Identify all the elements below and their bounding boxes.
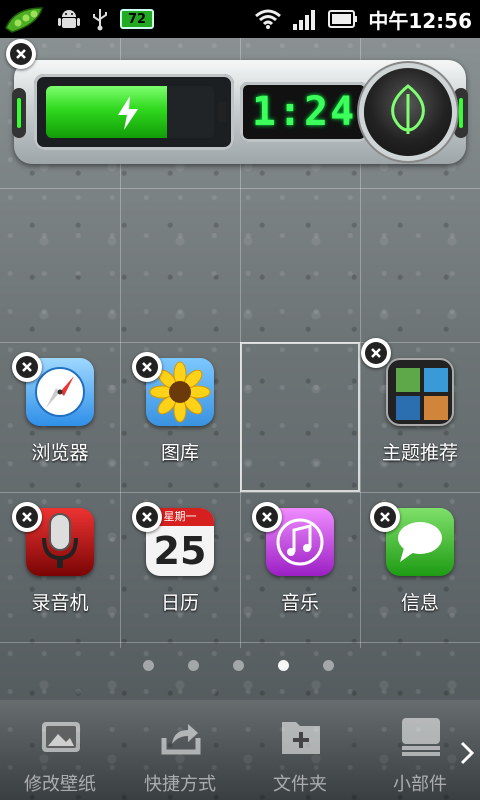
shortcut-button[interactable]: 快捷方式 <box>120 710 240 800</box>
calendar-day: 25 <box>153 529 207 573</box>
page-dot[interactable] <box>188 660 199 671</box>
leaf-icon <box>386 84 430 140</box>
signal-icon <box>292 8 318 30</box>
battery-level-panel <box>34 74 234 150</box>
wallpaper-icon <box>40 716 82 758</box>
battery-badge-icon: 72 <box>120 9 154 29</box>
remove-widget-button[interactable] <box>6 39 36 69</box>
remove-app-button[interactable] <box>252 502 282 532</box>
pea-pod-icon <box>4 4 48 34</box>
page-dot[interactable] <box>143 660 154 671</box>
grid-line <box>0 642 480 643</box>
chevron-right-icon[interactable] <box>458 740 476 770</box>
charging-bolt-icon <box>116 96 140 134</box>
shortcut-icon <box>160 716 202 758</box>
app-label: 主题推荐 <box>381 442 458 464</box>
theme-icon <box>386 358 454 426</box>
grid-line <box>0 188 480 189</box>
app-label: 录音机 <box>31 592 89 614</box>
android-icon <box>58 7 80 31</box>
remove-app-button[interactable] <box>132 502 162 532</box>
selected-empty-cell[interactable] <box>240 342 360 492</box>
dock-label: 文件夹 <box>273 774 327 795</box>
remove-app-button[interactable] <box>132 352 162 382</box>
battery-fill <box>46 86 167 138</box>
clock-time: 1:24 <box>251 89 357 135</box>
dock-label: 快捷方式 <box>144 774 216 795</box>
status-time: 中午12:56 <box>368 8 472 33</box>
app-label: 图库 <box>160 442 199 464</box>
edit-toolbar: 修改壁纸 快捷方式 文件夹 小部件 <box>0 700 480 800</box>
widget-left-handle[interactable] <box>12 88 26 138</box>
battery-clock-widget[interactable]: 1:24 <box>12 60 468 164</box>
change-wallpaper-button[interactable]: 修改壁纸 <box>0 710 120 800</box>
remove-app-button[interactable] <box>361 338 391 368</box>
app-label: 浏览器 <box>31 442 89 464</box>
folder-button[interactable]: 文件夹 <box>240 710 360 800</box>
widget-right-handle[interactable] <box>454 88 468 138</box>
remove-app-button[interactable] <box>12 502 42 532</box>
page-dot[interactable] <box>323 660 334 671</box>
battery-tip <box>218 102 226 122</box>
status-bar: 72 中午12:56 <box>0 0 480 38</box>
battery-icon <box>328 10 358 28</box>
page-dot[interactable] <box>233 660 244 671</box>
wifi-icon <box>254 8 282 30</box>
app-label: 信息 <box>400 592 439 614</box>
dock-label: 修改壁纸 <box>24 774 96 795</box>
app-label: 音乐 <box>280 592 319 614</box>
digital-clock: 1:24 <box>240 82 368 142</box>
battery-shell <box>46 86 214 138</box>
folder-icon <box>280 716 322 758</box>
page-indicator <box>0 660 480 672</box>
remove-app-button[interactable] <box>12 352 42 382</box>
app-label: 日历 <box>160 592 199 614</box>
remove-app-button[interactable] <box>370 502 400 532</box>
usb-icon <box>90 7 110 31</box>
page-dot-active[interactable] <box>278 660 289 671</box>
leaf-button[interactable] <box>364 68 452 156</box>
widget-icon <box>400 716 442 758</box>
dock-label: 小部件 <box>393 774 447 795</box>
